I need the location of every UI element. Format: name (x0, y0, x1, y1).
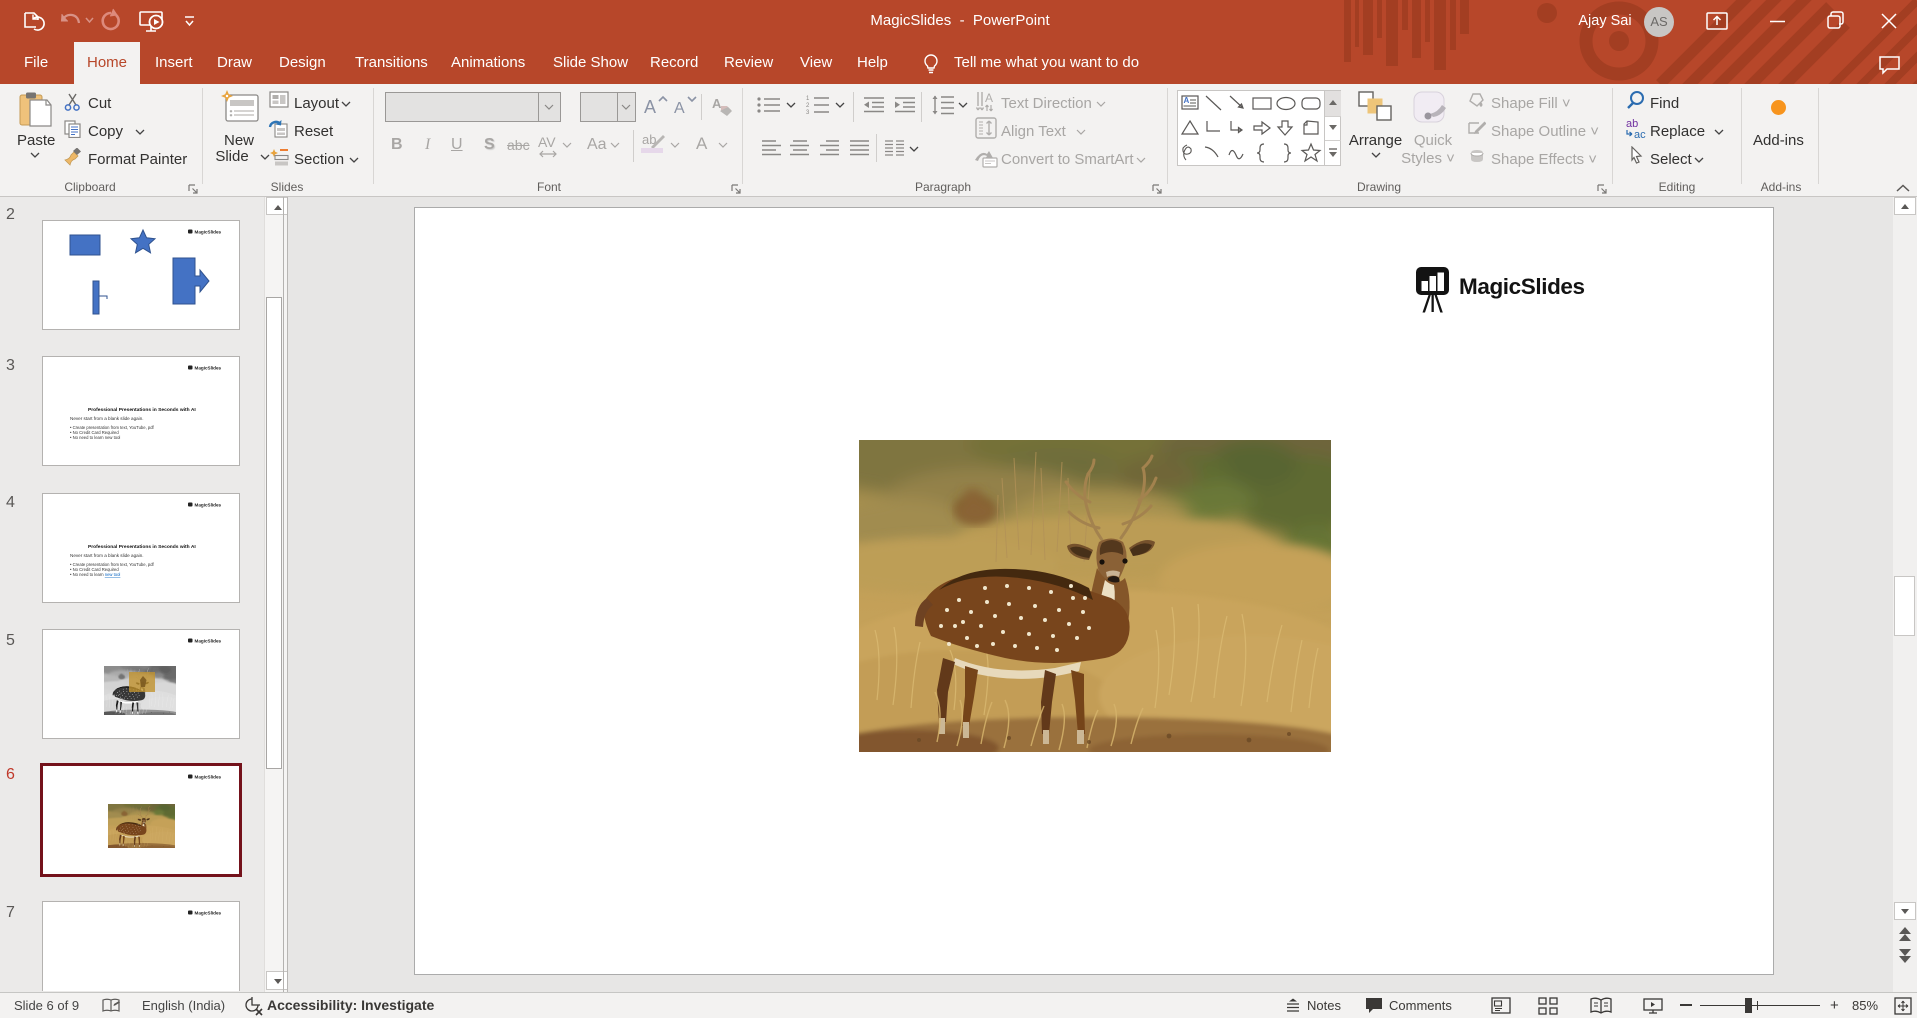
svg-text:3: 3 (806, 110, 810, 115)
svg-text:A: A (985, 91, 993, 105)
svg-text:A: A (1184, 96, 1190, 105)
svg-text:A: A (644, 97, 656, 117)
svg-text:Never start from a blank slide: Never start from a blank slide again. (70, 416, 144, 421)
svg-text:MagicSlides: MagicSlides (195, 366, 222, 371)
svg-text:ac: ac (1634, 129, 1646, 140)
svg-text:2: 2 (806, 103, 810, 109)
svg-text:Professional Presentations in: Professional Presentations in Seconds wi… (88, 544, 196, 550)
svg-text:A: A (712, 96, 722, 111)
svg-text:MagicSlides: MagicSlides (195, 230, 222, 235)
svg-text:MagicSlides: MagicSlides (195, 911, 222, 916)
svg-text:MagicSlides: MagicSlides (1459, 274, 1585, 299)
svg-text:A: A (674, 100, 685, 117)
svg-text:MagicSlides: MagicSlides (195, 503, 222, 508)
svg-text:MagicSlides: MagicSlides (195, 639, 222, 644)
svg-text:• No need to learn new tool: • No need to learn new tool (70, 435, 120, 440)
svg-text:1: 1 (806, 96, 810, 102)
svg-text:Professional Presentations in: Professional Presentations in Seconds wi… (88, 407, 196, 413)
svg-text:Never start from a blank slide: Never start from a blank slide again. (70, 553, 144, 558)
svg-text:MagicSlides: MagicSlides (195, 775, 222, 780)
svg-text:• No need to learn new tool: • No need to learn new tool (70, 572, 120, 577)
